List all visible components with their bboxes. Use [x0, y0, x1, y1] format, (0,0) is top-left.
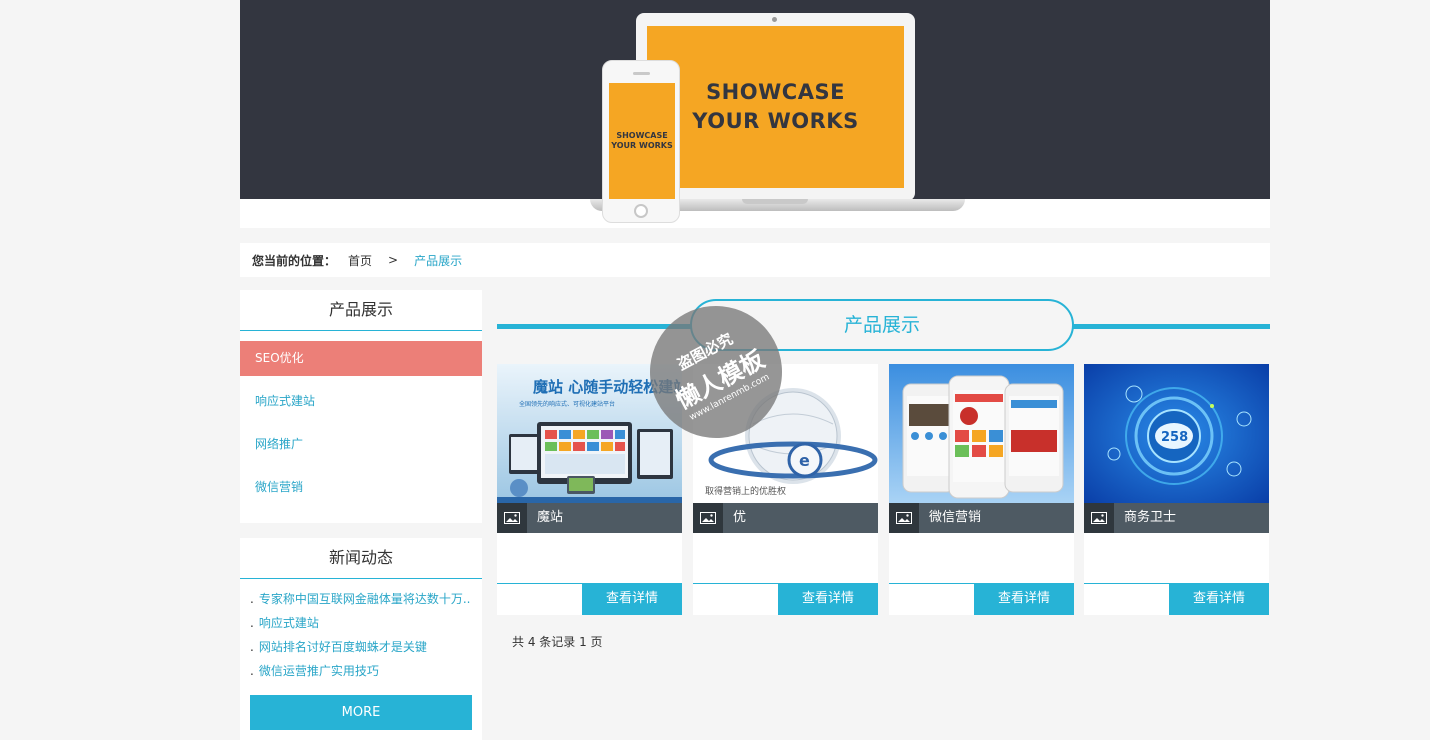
phone-screen: SHOWCASE YOUR WORKS: [609, 83, 675, 199]
news-item-text: 网站排名讨好百度蜘蛛才是关键: [258, 640, 427, 654]
product-card: 魔站 心随手动轻松建站 全国领先的响应式、可视化建站平台 魔站 查看详情: [497, 364, 682, 615]
product-image-caption: 258: [1161, 430, 1188, 445]
product-name[interactable]: 优: [733, 503, 746, 533]
news-item[interactable]: . 微信运营推广实用技巧: [250, 659, 482, 683]
image-icon: [497, 503, 527, 533]
laptop-screen-line1: SHOWCASE: [706, 80, 845, 104]
breadcrumb-current-link[interactable]: 产品展示: [414, 252, 462, 269]
news-item-text: 响应式建站: [258, 616, 319, 630]
product-caption-bar: 微信营销: [889, 503, 1074, 533]
product-caption-bar: 优: [693, 503, 878, 533]
sidebar-item-seo[interactable]: SEO优化: [240, 341, 482, 376]
svg-text:e: e: [799, 451, 810, 470]
product-image[interactable]: 258: [1084, 364, 1269, 503]
breadcrumb: 您当前的位置： 首页 > 产品展示: [240, 243, 1270, 277]
phone-speaker: [633, 72, 650, 75]
sidebar-item-promotion[interactable]: 网络推广: [240, 427, 482, 462]
product-image-subcaption: 全国领先的响应式、可视化建站平台: [519, 400, 615, 408]
news-bullet: .: [250, 616, 254, 630]
view-details-button[interactable]: 查看详情: [1169, 583, 1269, 615]
breadcrumb-separator: >: [388, 253, 399, 267]
product-card: 微信营销 查看详情: [889, 364, 1074, 615]
sidebar-news-title: 新闻动态: [240, 538, 482, 579]
phone-screen-line2: YOUR WORKS: [611, 141, 673, 150]
news-item[interactable]: . 响应式建站: [250, 611, 482, 635]
laptop-screen-line2: YOUR WORKS: [692, 109, 859, 133]
view-details-button[interactable]: 查看详情: [778, 583, 878, 615]
product-name[interactable]: 魔站: [537, 503, 563, 533]
image-icon: [1084, 503, 1114, 533]
product-card: 258 商务卫士 查看详情: [1084, 364, 1269, 615]
sidebar-products-menu: SEO优化 响应式建站 网络推广 微信营销: [240, 341, 482, 505]
news-bullet: .: [250, 640, 254, 654]
image-icon: [693, 503, 723, 533]
laptop-camera: [772, 17, 777, 22]
product-image-caption: 取得营销上的优胜权: [705, 485, 786, 497]
news-item[interactable]: . 专家称中国互联网金融体量将达数十万..: [250, 587, 482, 611]
sidebar-products-panel: 产品展示 SEO优化 响应式建站 网络推广 微信营销: [240, 290, 482, 523]
hero-banner: SHOWCASE YOUR WORKS SHOWCASE YOUR WORKS: [240, 0, 1270, 228]
news-bullet: .: [250, 592, 254, 606]
laptop-notch: [742, 199, 808, 204]
laptop-screen: SHOWCASE YOUR WORKS: [647, 26, 904, 188]
view-details-button[interactable]: 查看详情: [582, 583, 682, 615]
news-list: . 专家称中国互联网金融体量将达数十万.. . 响应式建站 . 网站排名讨好百度蜘蛛才…: [240, 579, 482, 683]
product-image[interactable]: [889, 364, 1074, 503]
section-heading: 产品展示: [497, 299, 1270, 351]
breadcrumb-label: 您当前的位置：: [252, 253, 337, 268]
sidebar-item-wechat[interactable]: 微信营销: [240, 470, 482, 505]
news-item[interactable]: . 网站排名讨好百度蜘蛛才是关键: [250, 635, 482, 659]
phone-screen-line1: SHOWCASE: [616, 131, 668, 140]
sidebar-item-responsive[interactable]: 响应式建站: [240, 384, 482, 419]
product-caption-bar: 魔站: [497, 503, 682, 533]
sidebar-products-title: 产品展示: [240, 290, 482, 331]
sidebar-news-panel: 新闻动态 . 专家称中国互联网金融体量将达数十万.. . 响应式建站 . 网站排名讨好…: [240, 538, 482, 740]
phone-home-button: [634, 204, 648, 218]
image-icon: [889, 503, 919, 533]
product-name[interactable]: 微信营销: [929, 503, 981, 533]
news-item-text: 微信运营推广实用技巧: [258, 664, 379, 678]
news-bullet: .: [250, 664, 254, 678]
more-button[interactable]: MORE: [250, 695, 472, 730]
pagination-summary: 共 4 条记录 1 页: [512, 635, 603, 649]
phone-illustration: SHOWCASE YOUR WORKS: [602, 60, 680, 223]
news-item-text: 专家称中国互联网金融体量将达数十万..: [258, 592, 471, 606]
view-details-button[interactable]: 查看详情: [974, 583, 1074, 615]
product-name[interactable]: 商务卫士: [1124, 503, 1176, 533]
product-caption-bar: 商务卫士: [1084, 503, 1269, 533]
breadcrumb-home-link[interactable]: 首页: [348, 252, 372, 269]
